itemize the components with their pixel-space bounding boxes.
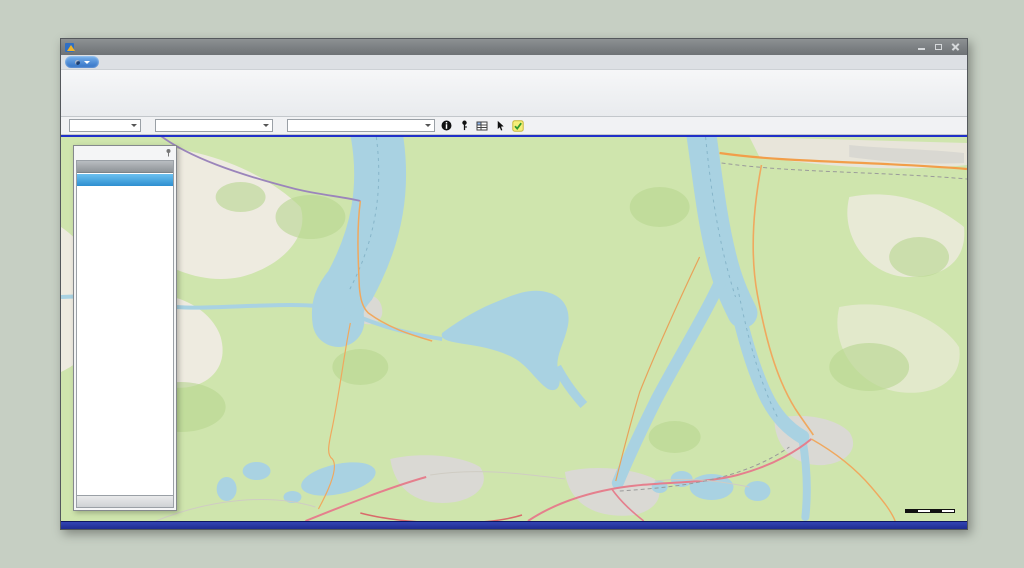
selection-bar [61, 117, 967, 135]
section-strati[interactable] [77, 174, 173, 186]
app-icon [65, 42, 76, 53]
app-menu-button[interactable] [65, 56, 99, 68]
close-button[interactable] [951, 43, 961, 52]
desktop [0, 0, 1024, 568]
window-controls [917, 43, 963, 52]
map-area [61, 135, 967, 521]
pin-icon[interactable] [164, 148, 173, 157]
chevron-down-icon [263, 124, 269, 127]
scale-bar [905, 509, 955, 513]
maximize-button[interactable] [934, 43, 944, 52]
suggestions-checkbox[interactable] [511, 119, 525, 133]
minimize-button[interactable] [917, 43, 927, 52]
app-menu-icon [74, 59, 80, 65]
select-cursor-button[interactable] [493, 119, 507, 133]
chevron-down-icon [131, 124, 137, 127]
chevron-down-icon [83, 60, 90, 64]
app-window [60, 38, 968, 530]
info-button[interactable] [439, 119, 453, 133]
ribbon [61, 70, 967, 117]
chevron-down-icon [425, 124, 431, 127]
selection-mode-combobox[interactable] [69, 119, 141, 132]
map-canvas[interactable] [61, 137, 967, 521]
titlebar [61, 39, 967, 55]
gestione-panel [73, 145, 177, 511]
section-segnalibro[interactable] [77, 495, 173, 507]
ribbon-tab-strip [61, 55, 967, 70]
status-bar [61, 521, 967, 529]
group-combobox[interactable] [155, 119, 273, 132]
attribute-table-button[interactable] [475, 119, 489, 133]
panel-header [74, 146, 176, 159]
section-ricerca[interactable] [77, 161, 173, 173]
panel-body [76, 160, 174, 508]
scale-segments [905, 509, 955, 513]
functional-class-combobox[interactable] [287, 119, 435, 132]
layer-tree [77, 186, 173, 189]
identify-pin-button[interactable] [457, 119, 471, 133]
